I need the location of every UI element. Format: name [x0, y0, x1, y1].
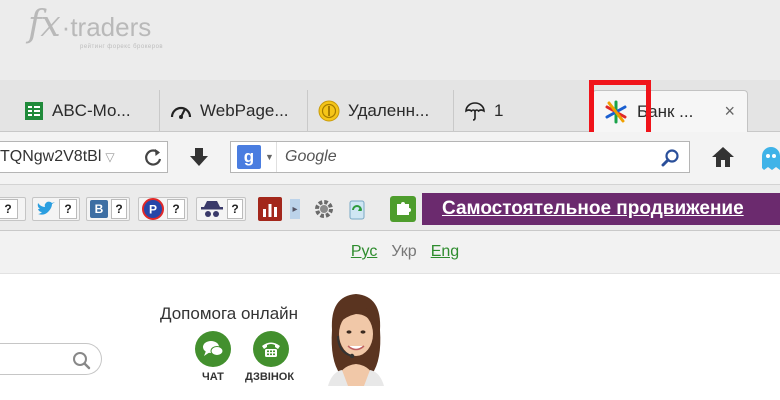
- vk-icon: В: [90, 200, 108, 218]
- logo-subtitle: рейтинг форекс брокеров: [80, 44, 164, 50]
- online-help-title: Допомога онлайн: [160, 304, 299, 323]
- search-field[interactable]: g ▼ Google: [230, 141, 690, 173]
- tab-abc[interactable]: ABC-Мо...: [14, 90, 160, 132]
- search-placeholder: Google: [285, 148, 337, 165]
- chat-label: ЧАТ: [202, 371, 224, 383]
- logo-traders: ·traders: [61, 12, 152, 42]
- question-badge: ?: [59, 199, 77, 219]
- twitter-button[interactable]: ?: [32, 197, 80, 221]
- call-button[interactable]: [253, 331, 289, 367]
- dropdown-arrow-icon[interactable]: ▽: [105, 150, 114, 164]
- tab-webpage[interactable]: WebPage...: [160, 90, 308, 132]
- google-icon: g: [237, 145, 261, 169]
- question-badge: ?: [227, 199, 243, 219]
- tab-one[interactable]: 1: [454, 90, 584, 132]
- bookmark-button[interactable]: ?: [0, 197, 26, 221]
- puzzle-icon[interactable]: [390, 196, 416, 222]
- umbrella-icon: [464, 100, 486, 122]
- search-engine-selector[interactable]: g ▼: [231, 142, 277, 172]
- tab-label: ABC-Мо...: [52, 101, 131, 120]
- search-icon[interactable]: [71, 350, 91, 370]
- tab-label: Удаленн...: [348, 101, 430, 120]
- pagerank-icon: P: [142, 198, 164, 220]
- ghost-icon[interactable]: [760, 144, 780, 172]
- search-icon[interactable]: [661, 148, 681, 168]
- coin-icon: [318, 100, 340, 122]
- watermark-band: fx ·traders рейтинг форекс брокеров: [0, 0, 780, 80]
- navigation-bar: TQNgw2V8tBl ▽ g ▼ Google: [0, 132, 780, 185]
- site-search-input[interactable]: [0, 343, 102, 375]
- fx-traders-logo: fx ·traders: [28, 4, 151, 45]
- speedometer-icon: [170, 101, 192, 121]
- close-icon[interactable]: ×: [724, 101, 735, 122]
- url-value: TQNgw2V8tBl: [0, 148, 102, 165]
- call-label: ДЗВІНОК: [245, 371, 295, 383]
- download-icon[interactable]: [188, 146, 210, 168]
- chevron-right-icon[interactable]: ▸: [290, 199, 300, 219]
- phone-icon: [260, 339, 282, 359]
- chat-button[interactable]: [195, 331, 231, 367]
- tab-label: WebPage...: [200, 101, 289, 120]
- page-content: Допомога онлайн ЧАТ ДЗВІНОК: [0, 273, 780, 400]
- bookmarks-toolbar: ? ? В ? P ? ? ▸ Самостоятельное продвиже…: [0, 185, 780, 231]
- question-badge: ?: [167, 199, 185, 219]
- question-badge: ?: [0, 199, 18, 219]
- recycle-icon[interactable]: [344, 196, 370, 222]
- spy-icon: [200, 199, 224, 219]
- logo-fx: fx: [28, 4, 61, 45]
- svg-text:P: P: [149, 203, 157, 217]
- highlight-box: [589, 80, 651, 138]
- url-field[interactable]: TQNgw2V8tBl ▽: [0, 141, 168, 173]
- twitter-icon: [36, 200, 56, 218]
- tab-remote[interactable]: Удаленн...: [308, 90, 454, 132]
- lang-eng-link[interactable]: Eng: [431, 243, 459, 261]
- chat-icon: [202, 339, 224, 359]
- promo-banner-link[interactable]: Самостоятельное продвижение: [422, 193, 780, 225]
- gear-icon[interactable]: [312, 197, 336, 221]
- browser-tab-strip: ABC-Мо... WebPage... Удаленн... 1 Банк .…: [0, 80, 780, 132]
- chevron-down-icon: ▼: [265, 152, 274, 162]
- spy-button[interactable]: ?: [196, 197, 246, 221]
- language-switcher: Рус Укр Eng: [0, 231, 780, 273]
- pr-button[interactable]: P ?: [138, 197, 188, 221]
- vk-button[interactable]: В ?: [86, 197, 130, 221]
- question-badge: ?: [111, 199, 127, 219]
- spreadsheet-icon: [24, 101, 44, 121]
- tab-label: 1: [494, 101, 504, 120]
- home-icon[interactable]: [710, 145, 736, 169]
- support-agent-avatar: [324, 290, 388, 386]
- lang-ukr-current: Укр: [391, 243, 417, 260]
- lang-rus-link[interactable]: Рус: [351, 243, 378, 261]
- reload-icon[interactable]: [143, 147, 163, 167]
- chart-icon[interactable]: [258, 197, 282, 221]
